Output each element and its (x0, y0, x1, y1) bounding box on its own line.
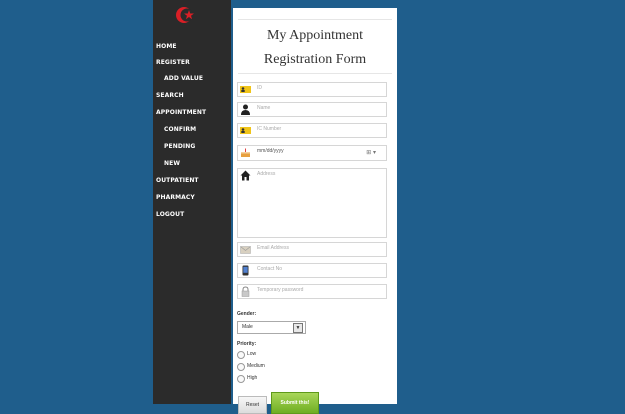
sidebar-item-appointment[interactable]: APPOINTMENT (156, 109, 206, 116)
home-icon (240, 170, 251, 181)
sidebar-item-search[interactable]: SEARCH (156, 92, 184, 99)
title-divider (238, 73, 392, 74)
user-icon (241, 104, 250, 115)
password-field[interactable]: Temporary password (237, 284, 387, 299)
address-field[interactable]: Address (237, 168, 387, 238)
priority-option-label: High (247, 375, 258, 381)
priority-label: Priority: (237, 341, 257, 347)
sidebar-item-pending[interactable]: PENDING (164, 143, 195, 150)
chevron-down-icon: ▼ (293, 323, 303, 333)
email-field[interactable]: Email Address (237, 242, 387, 257)
gender-label: Gender: (237, 311, 257, 317)
sidebar-item-confirm[interactable]: CONFIRM (164, 126, 196, 133)
form-title-line1: My Appointment (266, 28, 364, 43)
id-card-icon (240, 86, 251, 93)
name-placeholder: Name (257, 105, 271, 111)
date-spinner-dropdown-icon[interactable]: ⊞ ▾ (366, 149, 376, 156)
sidebar-item-add-value[interactable]: ADD VALUE (164, 75, 203, 82)
priority-option-label: Medium (247, 363, 265, 369)
sidebar-item-home[interactable]: HOME (156, 43, 177, 50)
sidebar-item-logout[interactable]: LOGOUT (156, 211, 184, 218)
address-placeholder: Address (257, 171, 276, 177)
lock-icon (241, 286, 250, 297)
radio-button[interactable] (237, 363, 245, 371)
sidebar-item-new[interactable]: NEW (164, 160, 180, 167)
id-field[interactable]: ID (237, 82, 387, 97)
sidebar-item-register[interactable]: REGISTER (156, 59, 190, 66)
contact-field[interactable]: Contact No (237, 263, 387, 278)
sidebar-item-outpatient[interactable]: OUTPATIENT (156, 177, 199, 184)
ic-number-field[interactable]: IC Number (237, 123, 387, 138)
radio-button[interactable] (237, 375, 245, 383)
ic-number-placeholder: IC Number (257, 126, 282, 132)
name-field[interactable]: Name (237, 102, 387, 117)
id-card-icon (240, 127, 251, 134)
priority-option-label: Low (247, 351, 257, 357)
email-placeholder: Email Address (257, 245, 289, 251)
registration-form: My Appointment Registration Form ID Name… (233, 8, 397, 414)
gender-select[interactable]: Male ▼ (237, 321, 306, 334)
phone-icon (242, 265, 249, 276)
submit-button[interactable]: Submit this! (271, 392, 319, 414)
sidebar-item-pharmacy[interactable]: PHARMACY (156, 194, 195, 201)
top-divider (238, 19, 392, 20)
cake-icon (241, 148, 250, 157)
password-placeholder: Temporary password (257, 287, 304, 293)
date-field[interactable]: mm/dd/yyyy ⊞ ▾ (237, 145, 387, 161)
id-placeholder: ID (257, 85, 262, 91)
sidebar: HOME REGISTER ADD VALUE SEARCH APPOINTME… (153, 0, 231, 404)
date-placeholder: mm/dd/yyyy (257, 148, 284, 154)
crescent-star-logo (176, 7, 194, 23)
reset-button[interactable]: Reset (238, 396, 267, 414)
form-title-line2: Registration Form (263, 52, 367, 67)
radio-button[interactable] (237, 351, 245, 359)
envelope-icon (240, 246, 251, 254)
gender-selected-value: Male (242, 324, 253, 330)
contact-placeholder: Contact No (257, 266, 283, 272)
